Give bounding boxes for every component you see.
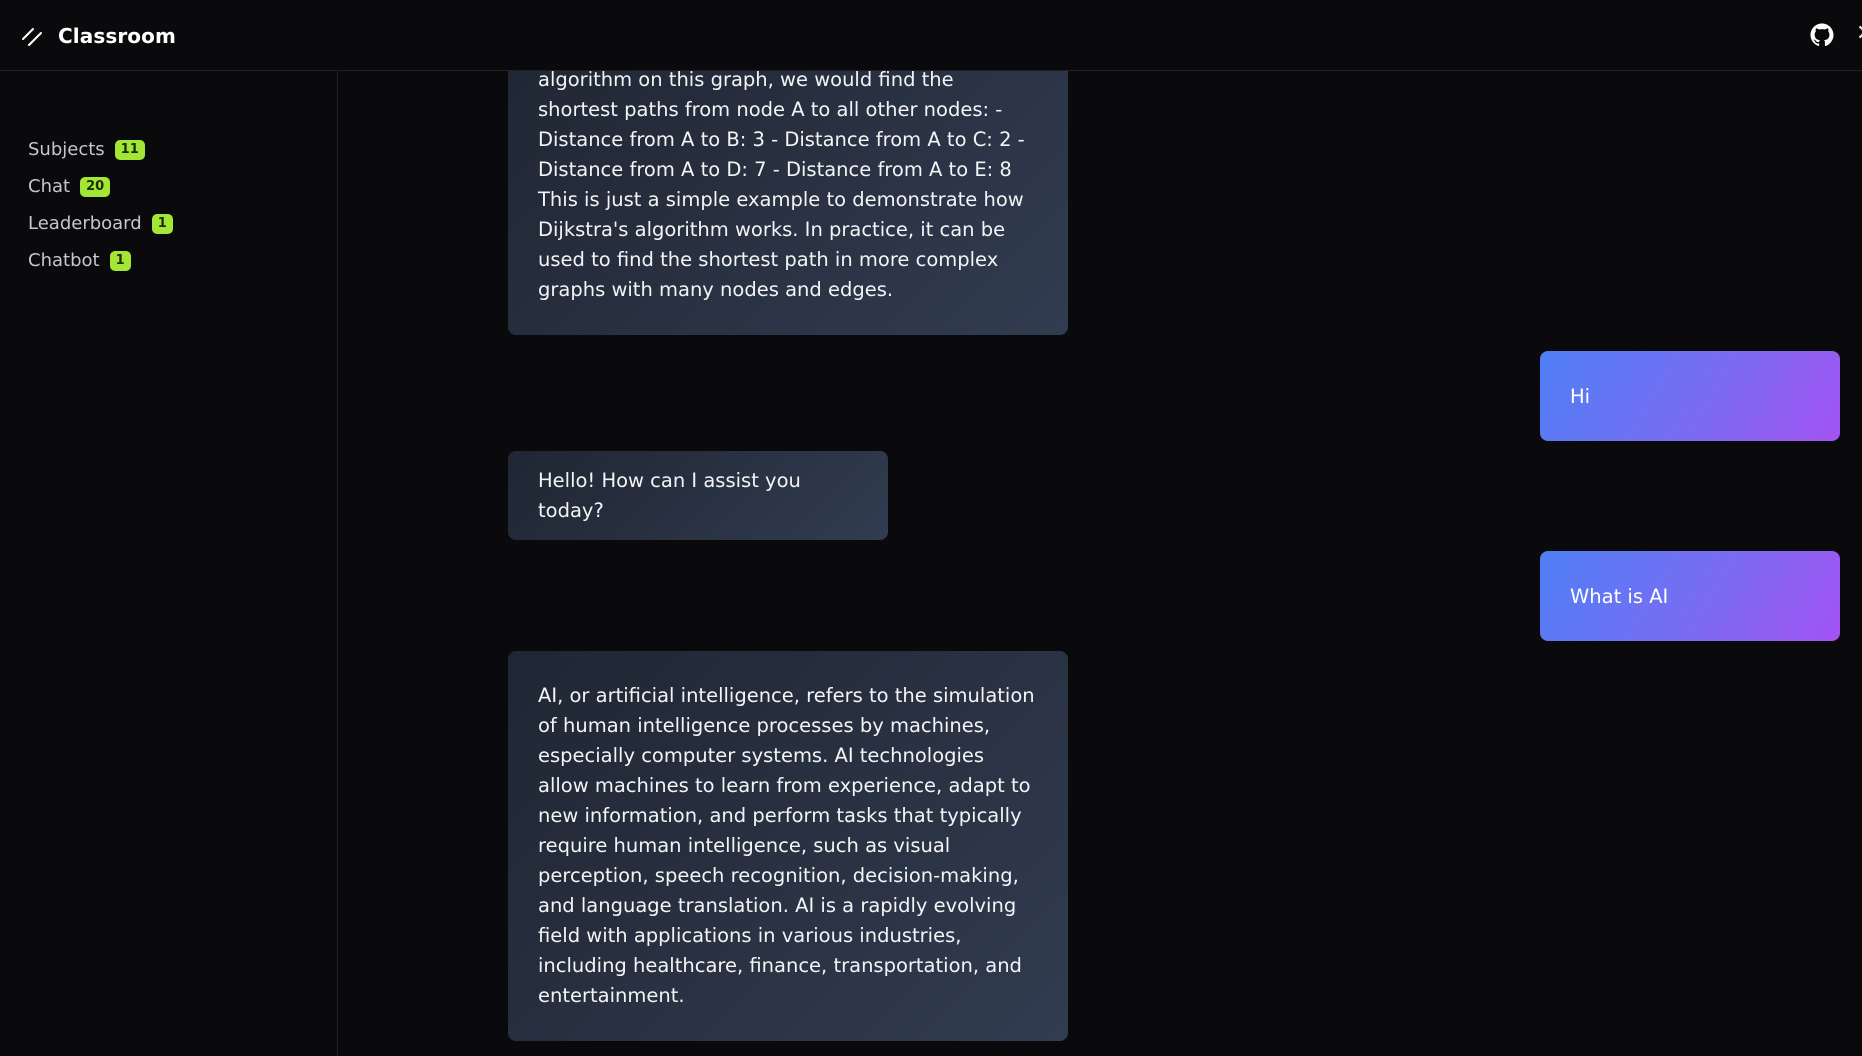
sidebar: Subjects 11 Chat 20 Leaderboard 1 Chatbo…: [0, 71, 338, 1056]
sidebar-item-label: Leaderboard: [28, 213, 142, 234]
sidebar-item-label: Chat: [28, 176, 71, 197]
bot-message: algorithm on this graph, we would find t…: [508, 71, 1068, 335]
user-message: Hi: [1540, 351, 1840, 441]
slash-logo-icon: [22, 28, 42, 46]
count-badge: 1: [151, 213, 173, 234]
sidebar-item-subjects[interactable]: Subjects 11: [28, 131, 173, 168]
chat-area[interactable]: algorithm on this graph, we would find t…: [339, 71, 1862, 1056]
user-message: What is AI: [1540, 551, 1840, 641]
sidebar-item-chatbot[interactable]: Chatbot 1: [28, 242, 173, 279]
count-badge: 11: [114, 139, 145, 160]
brand[interactable]: Classroom: [20, 22, 176, 50]
bot-message: Hello! How can I assist you today?: [508, 451, 888, 540]
sidebar-item-label: Chatbot: [28, 250, 100, 271]
top-bar: Classroom ✕: [0, 0, 1862, 71]
github-icon[interactable]: [1810, 23, 1834, 47]
count-badge: 20: [80, 176, 111, 197]
sidebar-item-label: Subjects: [28, 139, 105, 160]
sidebar-nav: Subjects 11 Chat 20 Leaderboard 1 Chatbo…: [28, 131, 173, 279]
sidebar-item-chat[interactable]: Chat 20: [28, 168, 173, 205]
sidebar-item-leaderboard[interactable]: Leaderboard 1: [28, 205, 173, 242]
app-title: Classroom: [58, 24, 176, 48]
close-icon[interactable]: ✕: [1856, 20, 1862, 48]
bot-message: AI, or artificial intelligence, refers t…: [508, 651, 1068, 1041]
count-badge: 1: [109, 250, 131, 271]
